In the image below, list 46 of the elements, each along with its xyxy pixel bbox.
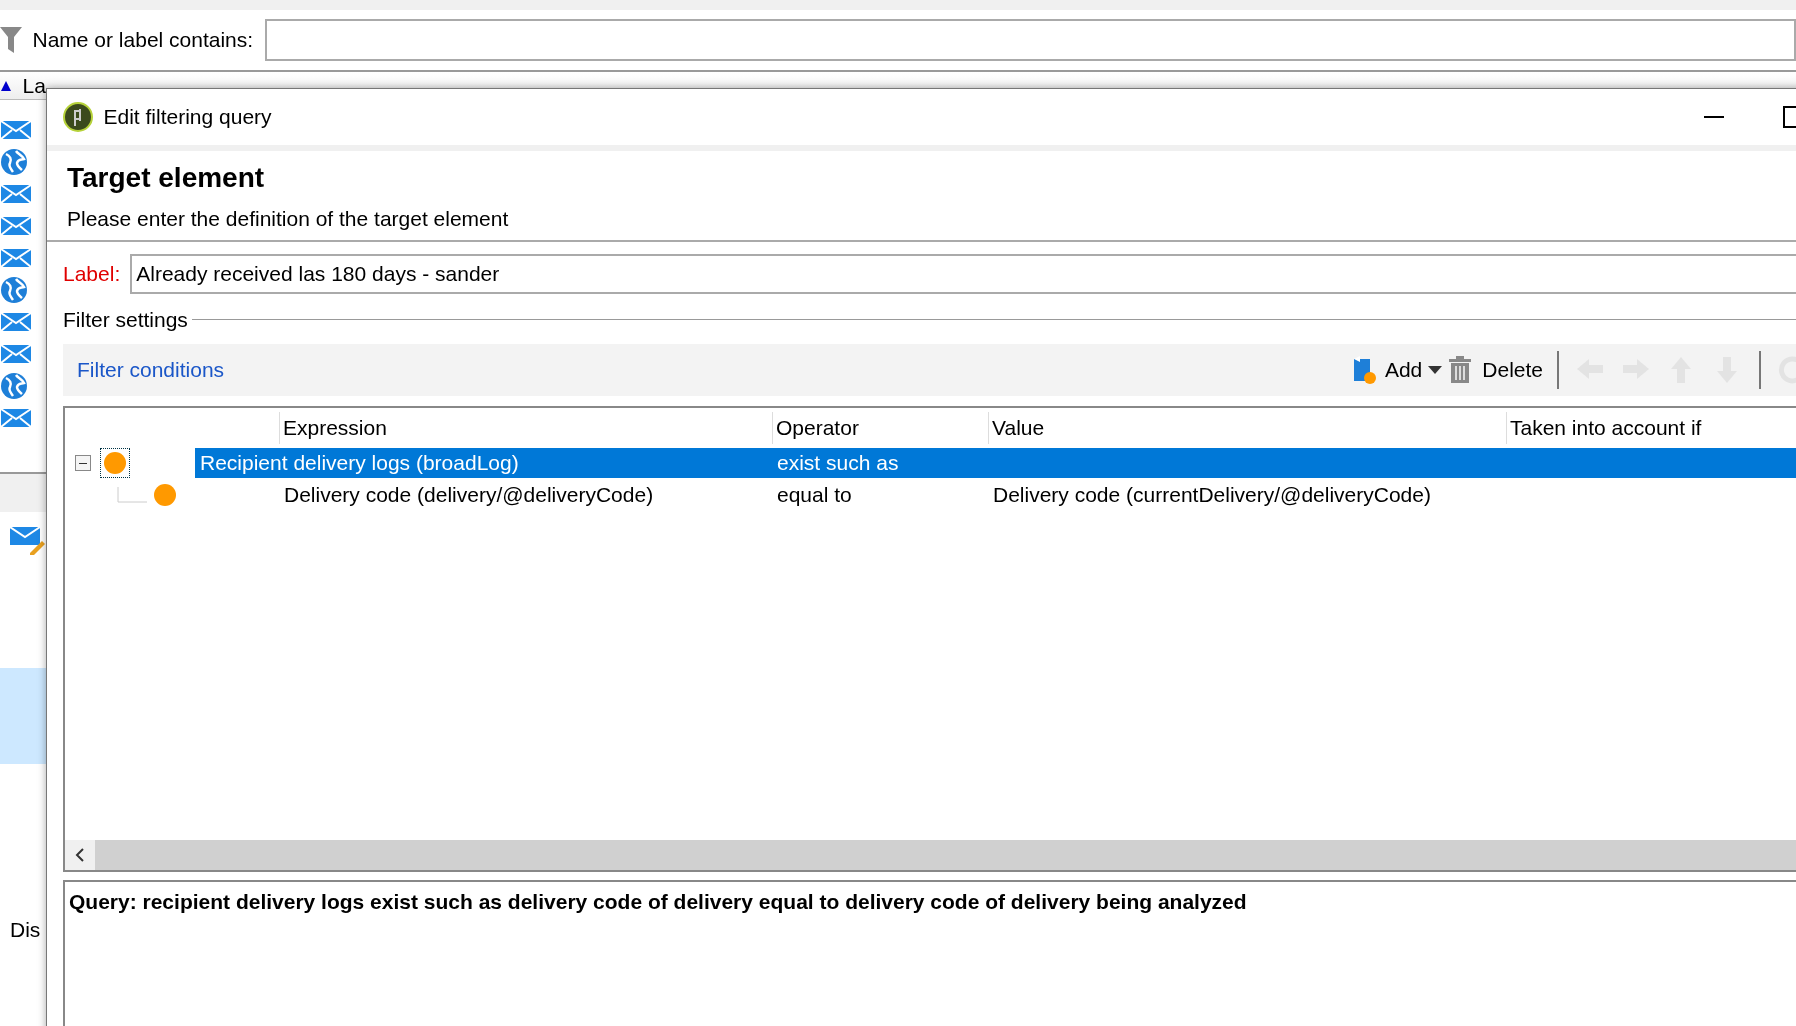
tree-row[interactable]: Delivery code (delivery/@deliveryCode) equal to Delivery code (currentDelivery/@deliveryCode)	[279, 479, 1796, 510]
table-cell-text: equal to	[776, 481, 853, 508]
pane-header	[0, 472, 46, 512]
filter-icon	[0, 25, 22, 55]
column-header[interactable]: Taken into account if	[1506, 412, 1796, 444]
dropdown-caret-icon[interactable]	[1428, 365, 1443, 374]
toolbar-title: Filter conditions	[77, 356, 225, 383]
column-header[interactable]: Value	[988, 412, 1506, 444]
envelope-icon	[0, 119, 32, 141]
scroll-left-button[interactable]	[65, 839, 95, 870]
horizontal-scrollbar[interactable]	[65, 839, 1796, 870]
search-field[interactable]	[265, 19, 1796, 61]
column-header[interactable]: Operator	[772, 412, 988, 444]
envelope-icon	[0, 407, 32, 429]
section-title: Target element	[67, 161, 266, 195]
table-cell-text: Delivery code (currentDelivery/@deliveryCode)	[992, 481, 1432, 508]
envelope-icon	[0, 311, 32, 333]
globe-icon	[0, 148, 28, 176]
column-header[interactable]: La	[22, 69, 46, 102]
field-label: Label:	[63, 261, 121, 288]
filter-label: Name or label contains:	[32, 27, 254, 54]
window-title: Edit filtering query	[103, 104, 272, 131]
tree-connector-icon	[117, 486, 147, 503]
group-label: Filter settings	[63, 307, 188, 334]
globe-icon	[0, 372, 28, 400]
envelope-icon	[0, 215, 32, 237]
table-cell-text: Delivery code (delivery/@deliveryCode)	[283, 481, 655, 508]
globe-icon	[0, 276, 28, 304]
collapse-toggle[interactable]	[75, 454, 91, 471]
app-logo-icon	[63, 102, 93, 132]
label-field[interactable]: Already received las 180 days - sander	[130, 254, 1796, 295]
table-cell-text: Recipient delivery logs (broadLog)	[199, 449, 520, 476]
list-label: Dis	[9, 917, 42, 943]
condition-dot	[154, 483, 176, 506]
delete-button[interactable]: Delete	[1442, 353, 1549, 386]
query-text: Query: recipient delivery logs exist such as delivery code of delivery equal to delivery code of delivery being analyzed	[63, 879, 1796, 1026]
condition-dot	[104, 451, 126, 474]
section-subtitle: Please enter the definition of the target element	[67, 205, 510, 232]
column-header[interactable]: Expression	[279, 412, 772, 444]
table-cell-text: exist such as	[776, 449, 900, 476]
envelope-icon	[0, 183, 32, 205]
tree-row[interactable]: Recipient delivery logs (broadLog) exist such as	[195, 447, 1796, 478]
add-button[interactable]: Add	[1344, 353, 1429, 386]
chevron-left-icon	[75, 847, 85, 862]
envelope-icon	[0, 247, 32, 269]
envelope-icon	[0, 343, 32, 365]
